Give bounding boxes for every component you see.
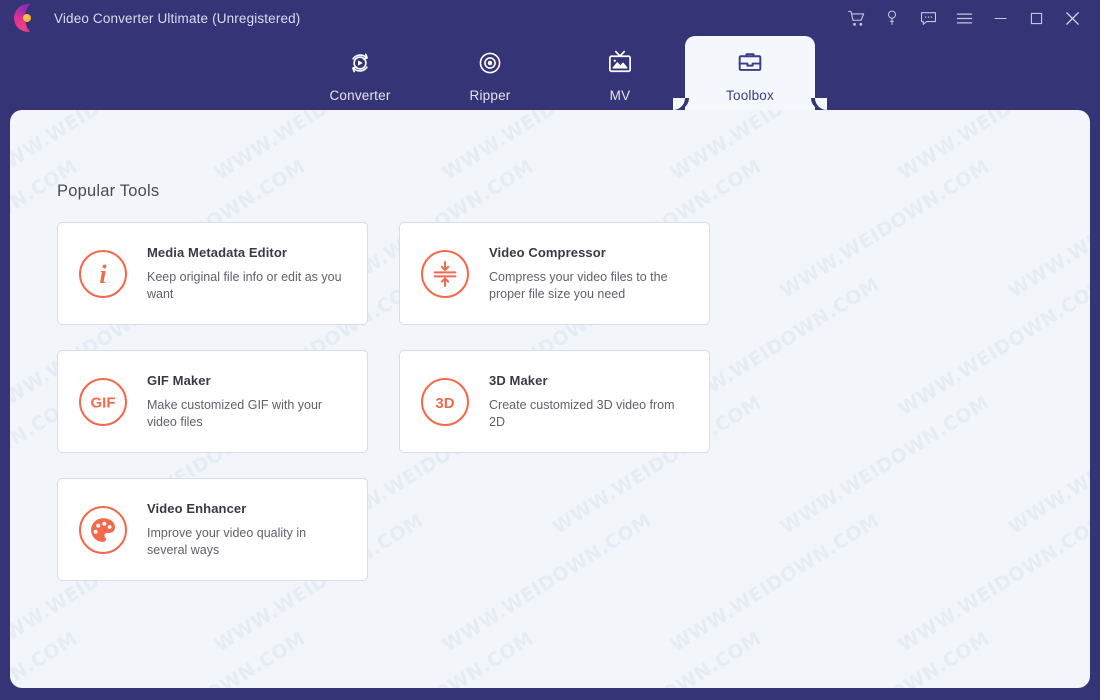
watermark-text: WWW.WEIDOWN.COM [438,110,656,185]
tool-card-description: Make customized GIF with your video file… [147,398,323,429]
watermark-text: WWW.WEIDOWN.COM [10,628,82,688]
tool-card-description: Compress your video files to the proper … [489,270,668,301]
tool-card-video-compressor[interactable]: Video Compressor Compress your video fil… [399,222,710,325]
palette-circle-icon [78,505,128,555]
page-title: Popular Tools [57,182,160,200]
comment-icon[interactable] [910,0,946,36]
tool-card-title: GIF Maker [147,373,211,388]
window-controls [838,0,1100,36]
window-title: Video Converter Ultimate (Unregistered) [54,10,301,26]
threed-circle-icon: 3D [420,377,470,427]
tab-label: MV [609,88,631,103]
tool-card-title: Video Compressor [489,245,606,260]
tab-converter[interactable]: Converter [295,36,425,110]
tab-label: Converter [329,88,391,103]
tool-card-video-enhancer[interactable]: Video Enhancer Improve your video qualit… [57,478,368,581]
compress-circle-icon [420,249,470,299]
cart-icon[interactable] [838,0,874,36]
application-window: Video Converter Ultimate (Unregistered) [0,0,1100,700]
maximize-icon[interactable] [1018,0,1054,36]
tab-toolbox[interactable]: Toolbox [673,36,827,110]
tool-card-gif-maker[interactable]: GIF GIF Maker Make customized GIF with y… [57,350,368,453]
watermark-text: WWW.WEIDOWN.COM [777,628,994,688]
tool-card-description: Keep original file info or edit as you w… [147,270,342,301]
watermark-text: WWW.WEIDOWN.COM [894,110,1090,185]
watermark-text: WWW.WEIDOWN.COM [10,110,200,185]
watermark-text: WWW.WEIDOWN.COM [549,628,766,688]
menu-icon[interactable] [946,0,982,36]
tool-card-title: Video Enhancer [147,501,247,516]
watermark-text: WWW.WEIDOWN.COM [210,110,428,185]
threed-glyph: 3D [435,395,454,412]
watermark-text: WWW.WEIDOWN.COM [666,110,884,185]
svg-text:i: i [99,260,107,289]
tools-grid: i Media Metadata Editor Keep original fi… [57,222,1047,581]
tool-card-title: Media Metadata Editor [147,245,288,260]
ripper-icon [475,48,505,78]
main-tabs: Converter Ripper MV Toolbox [0,36,1100,110]
title-bar: Video Converter Ultimate (Unregistered) [0,0,1100,36]
tool-card-title: 3D Maker [489,373,548,388]
mv-icon [605,48,635,78]
tab-label: Toolbox [726,88,774,103]
content-panel: WWW.WEIDOWN.COM WWW.WEIDOWN.COM WWW.WEIDOW… [10,110,1090,688]
tab-label: Ripper [469,88,511,103]
watermark-text: WWW.WEIDOWN.COM [1005,628,1090,688]
tab-mv[interactable]: MV [555,36,685,110]
key-icon[interactable] [874,0,910,36]
info-circle-icon: i [78,249,128,299]
tool-card-description: Improve your video quality in several wa… [147,526,307,557]
toolbox-icon [735,48,765,78]
app-logo-icon [14,4,42,32]
tool-card-media-metadata-editor[interactable]: i Media Metadata Editor Keep original fi… [57,222,368,325]
tool-card-3d-maker[interactable]: 3D 3D Maker Create customized 3D video f… [399,350,710,453]
converter-icon [345,48,375,78]
minimize-icon[interactable] [982,0,1018,36]
watermark-text: WWW.WEIDOWN.COM [321,628,538,688]
close-icon[interactable] [1054,0,1090,36]
tab-ripper[interactable]: Ripper [425,36,555,110]
tool-card-description: Create customized 3D video from 2D [489,398,675,429]
watermark-text: WWW.WEIDOWN.COM [93,628,310,688]
gif-glyph: GIF [91,394,116,411]
gif-circle-icon: GIF [78,377,128,427]
